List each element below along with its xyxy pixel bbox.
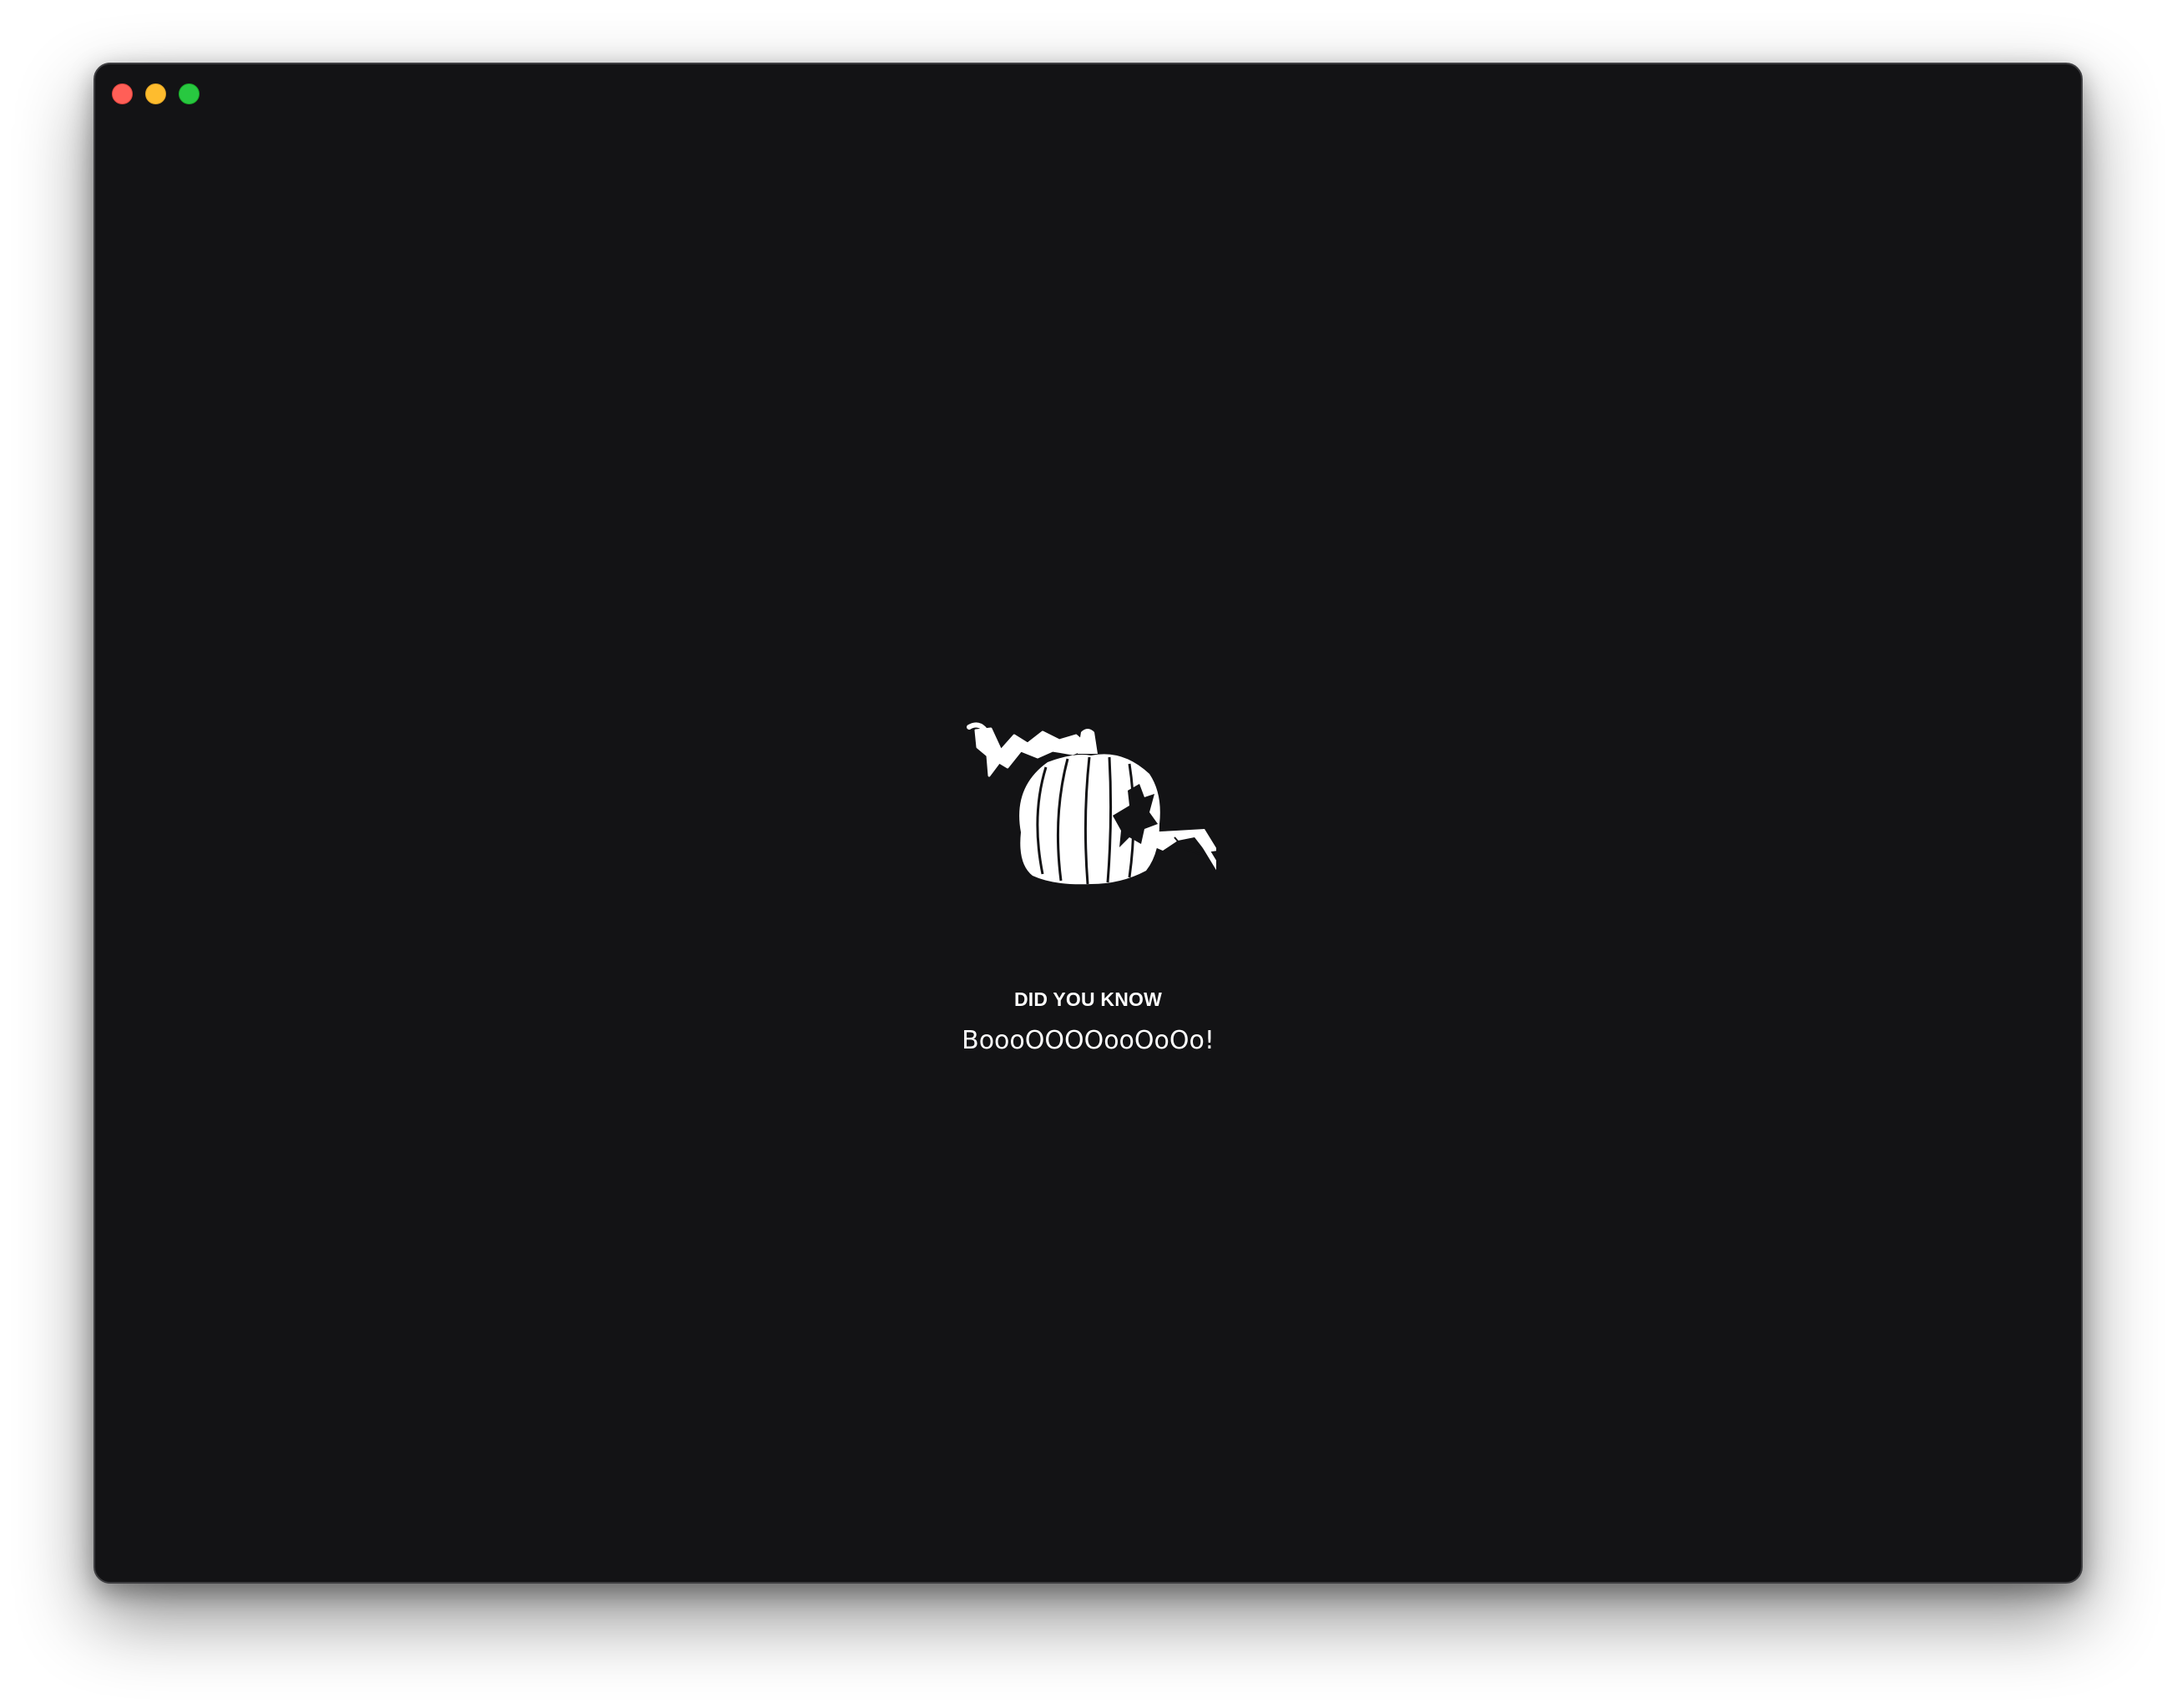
eyebrow-label: DID YOU KNOW [1013,988,1163,1010]
main-content: DID YOU KNOW BoooOOOOooOoOo! [95,64,2081,1582]
message-text: BoooOOOOooOoOo! [962,1026,1215,1055]
app-window: DID YOU KNOW BoooOOOOooOoOo! [93,63,2083,1584]
pumpkin-icon [967,722,1216,885]
desktop: DID YOU KNOW BoooOOOOooOoOo! [0,0,2177,1708]
